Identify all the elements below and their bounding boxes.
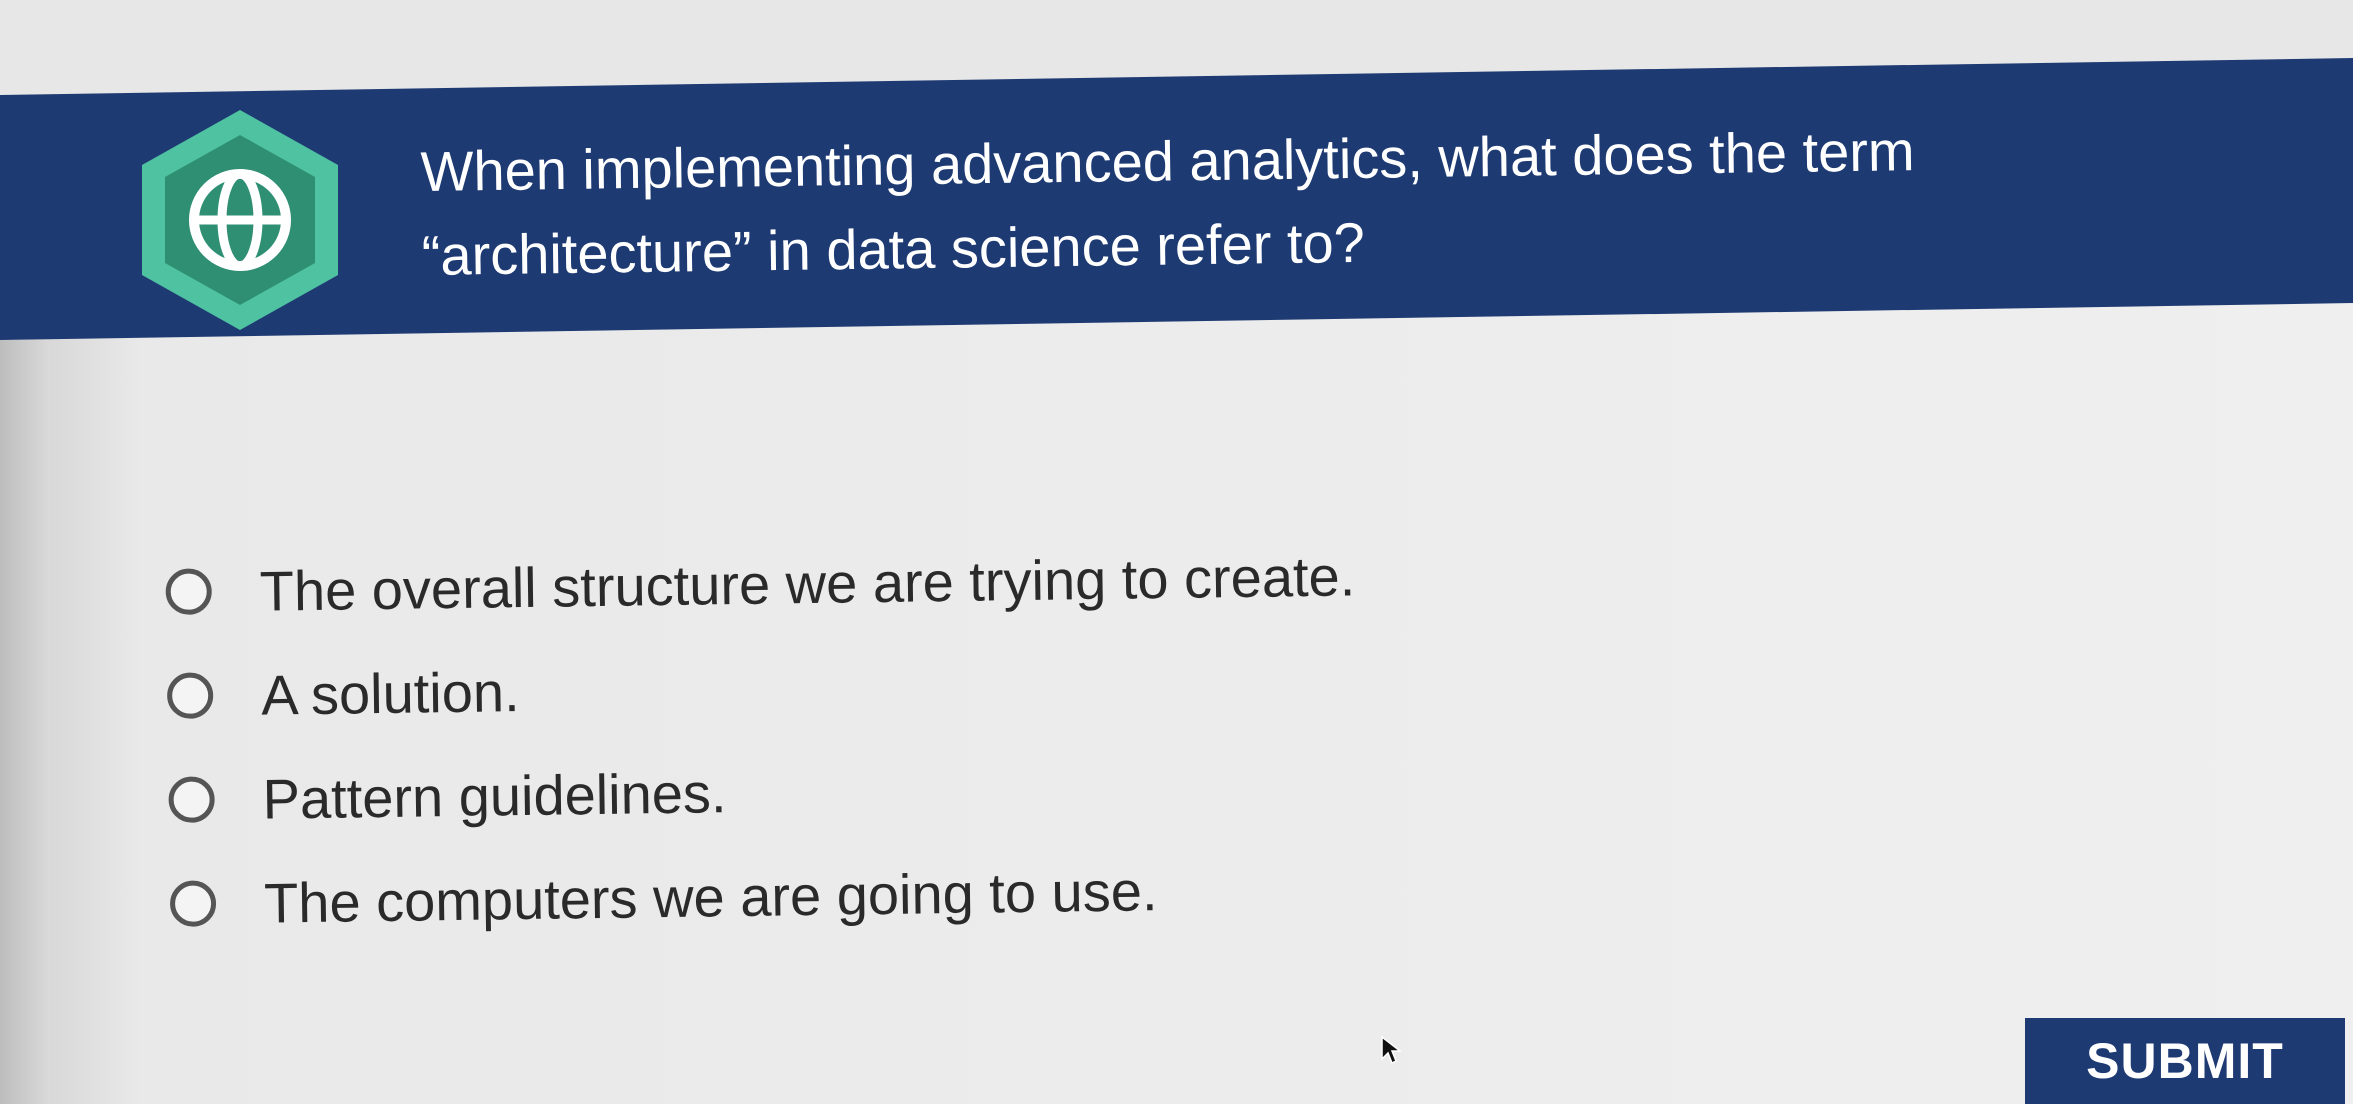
option-label: Pattern guidelines.: [262, 760, 727, 831]
radio-button[interactable]: [169, 880, 217, 927]
option-label: A solution.: [260, 659, 520, 727]
radio-button[interactable]: [165, 568, 213, 615]
option-label: The overall structure we are trying to c…: [259, 543, 1356, 623]
answer-options: The overall structure we are trying to c…: [165, 518, 1771, 956]
question-text: When implementing advanced analytics, wh…: [420, 106, 2122, 298]
submit-button[interactable]: SUBMIT: [2025, 1018, 2345, 1104]
radio-button[interactable]: [166, 672, 214, 719]
screen-edge: [0, 340, 50, 1104]
mouse-cursor-icon: [1381, 1035, 1403, 1065]
option-4[interactable]: The computers we are going to use.: [169, 830, 1770, 956]
option-label: The computers we are going to use.: [263, 858, 1158, 935]
radio-button[interactable]: [168, 776, 215, 823]
globe-icon: [142, 110, 338, 330]
quiz-page: When implementing advanced analytics, wh…: [0, 0, 2353, 1104]
